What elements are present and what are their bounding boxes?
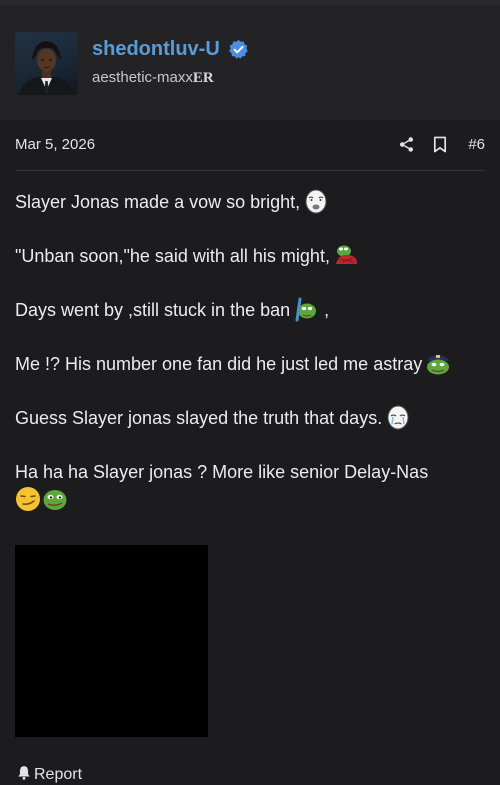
bookmark-icon[interactable]	[430, 134, 450, 154]
poem-line: Guess Slayer jonas slayed the truth that…	[15, 404, 485, 432]
poem-line: "Unban soon,"he said with all his might,	[15, 242, 485, 270]
verified-badge-icon	[228, 39, 249, 60]
wojak-crying-icon	[385, 404, 411, 430]
avatar[interactable]	[15, 32, 78, 95]
post-body: Slayer Jonas made a vow so bright, "Unba…	[15, 188, 485, 540]
share-icon[interactable]	[396, 134, 416, 154]
poem-line-text: Ha ha ha Slayer jonas ? More like senior…	[15, 462, 429, 482]
poem-line: Me !? His number one fan did he just led…	[15, 350, 485, 378]
bell-icon	[17, 765, 31, 785]
wojak-face-icon	[303, 188, 329, 214]
username-link[interactable]: shedontluv-U	[92, 37, 220, 61]
poem-line-suffix: ,	[319, 300, 330, 320]
smirk-face-icon	[15, 486, 41, 512]
user-title: aesthetic-maxxER	[92, 68, 214, 88]
username-row: shedontluv-U	[92, 37, 249, 61]
pepe-red-icon	[333, 242, 359, 268]
post-number-link[interactable]: #6	[468, 136, 485, 153]
user-title-emphasis: ER	[192, 70, 214, 86]
post-author-header: shedontluv-U aesthetic-maxxER	[0, 5, 500, 120]
report-label: Report	[34, 766, 83, 783]
user-title-main: aesthetic-maxx	[92, 69, 193, 86]
poem-line-text: "Unban soon,"he said with all his might,	[15, 246, 330, 266]
report-button[interactable]: Report	[17, 765, 82, 785]
embedded-media[interactable]	[15, 545, 208, 737]
post-actions: #6	[396, 134, 485, 154]
pepe-smug-icon	[42, 486, 68, 512]
poem-line-text: Slayer Jonas made a vow so bright,	[15, 192, 301, 212]
poem-line: Slayer Jonas made a vow so bright,	[15, 188, 485, 216]
poem-line: Days went by ,still stuck in the ban ,	[15, 296, 485, 324]
poem-line-text: Me !? His number one fan did he just led…	[15, 354, 423, 374]
poem-line: Ha ha ha Slayer jonas ? More like senior…	[15, 458, 485, 514]
post-date[interactable]: Mar 5, 2026	[15, 136, 95, 153]
pepe-pointing-icon	[293, 296, 319, 322]
meta-divider	[15, 170, 485, 171]
post-meta-bar: Mar 5, 2026 #6	[15, 132, 485, 162]
pepe-police-icon	[425, 350, 451, 376]
poem-line-text: Guess Slayer jonas slayed the truth that…	[15, 408, 383, 428]
poem-line-text: Days went by ,still stuck in the ban	[15, 300, 291, 320]
